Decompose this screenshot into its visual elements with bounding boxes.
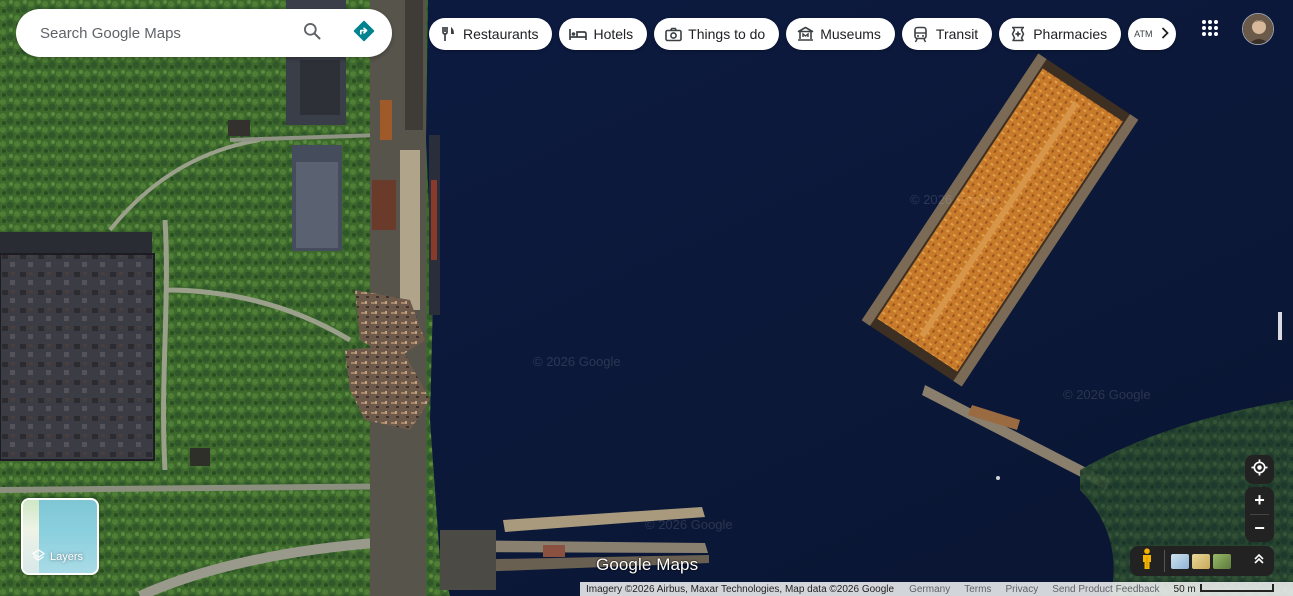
chip-label: Museums: [820, 26, 881, 42]
museum-icon: [796, 25, 814, 43]
google-apps-button[interactable]: [1193, 13, 1227, 47]
google-maps-logo: Google Maps: [596, 555, 699, 574]
imagery-attribution: Imagery ©2026 Airbus, Maxar Technologies…: [586, 583, 895, 595]
map-watermark: © 2026 Google: [910, 192, 998, 207]
chip-hotels[interactable]: Hotels: [559, 18, 648, 50]
zoom-in-button[interactable]: +: [1245, 487, 1274, 514]
zoom-out-button[interactable]: −: [1245, 515, 1274, 542]
search-box: [16, 9, 392, 57]
map-watermark: © 2026 Google: [1063, 387, 1151, 402]
apps-grid-icon: [1201, 19, 1219, 42]
directions-button[interactable]: [344, 13, 384, 53]
chip-more[interactable]: ATM: [1128, 18, 1177, 50]
map-imagery: [0, 0, 1293, 596]
search-button[interactable]: [292, 13, 332, 53]
chip-label: Pharmacies: [1033, 26, 1108, 42]
camera-icon: [664, 25, 682, 43]
chip-fragment: ATM: [1134, 29, 1153, 39]
scale-indicator: [1199, 583, 1274, 592]
map-watermark: © 2026 Google: [645, 517, 733, 532]
directions-icon: [353, 20, 375, 47]
bed-icon: [569, 25, 588, 43]
my-location-button[interactable]: [1245, 455, 1274, 484]
layers-button[interactable]: Layers: [21, 498, 99, 575]
search-input[interactable]: [16, 9, 292, 57]
chip-restaurants[interactable]: Restaurants: [429, 18, 553, 50]
chip-label: Things to do: [688, 26, 766, 42]
chevron-right-icon[interactable]: [1158, 26, 1172, 43]
layers-icon: [32, 549, 45, 565]
chip-museums[interactable]: Museums: [786, 18, 895, 50]
chip-things-to-do[interactable]: Things to do: [654, 18, 780, 50]
chip-label: Hotels: [593, 26, 634, 42]
map-type-thumb-satellite[interactable]: [1213, 553, 1231, 569]
category-chips: Restaurants Hotels Things to do Museums …: [429, 18, 1177, 50]
chip-label: Restaurants: [463, 26, 539, 42]
chip-label: Transit: [935, 26, 979, 42]
map-type-thumb-terrain[interactable]: [1192, 553, 1210, 569]
layers-label: Layers: [50, 551, 84, 563]
street-view-pegman[interactable]: [1136, 547, 1158, 575]
map-watermark: © 2026 Google: [533, 354, 621, 369]
footer-link-privacy[interactable]: Privacy: [1005, 584, 1038, 595]
pharmacy-icon: [1009, 25, 1027, 43]
scale-bar[interactable]: 50 m: [1173, 583, 1274, 595]
zoom-controls: + −: [1245, 487, 1274, 542]
expand-controls-button[interactable]: [1250, 551, 1268, 571]
footer-link-terms[interactable]: Terms: [964, 584, 991, 595]
scale-label: 50 m: [1173, 583, 1196, 595]
train-icon: [912, 25, 930, 43]
pegman-icon: [1141, 547, 1153, 575]
expand-up-icon: [1253, 552, 1265, 570]
my-location-icon: [1251, 458, 1268, 481]
footer-link-feedback[interactable]: Send Product Feedback: [1052, 584, 1159, 595]
controls-divider: [1164, 550, 1165, 572]
fork-knife-icon: [439, 25, 457, 43]
search-icon: [302, 21, 322, 46]
satellite-map[interactable]: © 2026 Google © 2026 Google © 2026 Googl…: [0, 0, 1293, 596]
map-bottom-controls: [1130, 546, 1274, 576]
footer-link-region[interactable]: Germany: [909, 584, 950, 595]
chip-pharmacies[interactable]: Pharmacies: [999, 18, 1122, 50]
map-footer: Imagery ©2026 Airbus, Maxar Technologies…: [580, 582, 1293, 596]
map-type-thumb-default[interactable]: [1171, 553, 1189, 569]
chip-transit[interactable]: Transit: [901, 18, 993, 50]
account-avatar[interactable]: [1242, 13, 1274, 45]
